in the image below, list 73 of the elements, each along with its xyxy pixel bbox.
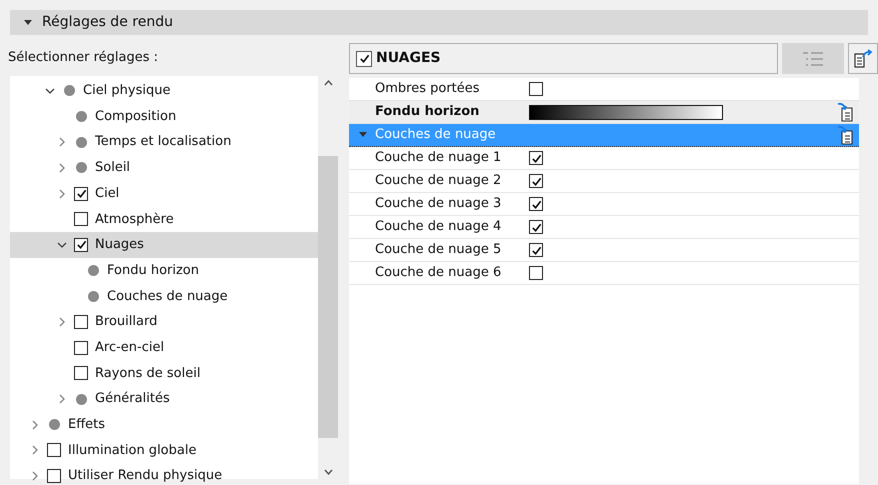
checkmark-icon bbox=[76, 239, 86, 250]
checkbox[interactable] bbox=[74, 186, 88, 201]
checkbox[interactable] bbox=[529, 220, 543, 234]
chevron-right-icon[interactable] bbox=[30, 445, 40, 456]
document-arrow-icon[interactable] bbox=[837, 102, 855, 122]
gradient-bar[interactable] bbox=[529, 104, 723, 120]
property-label: Couche de nuage 6 bbox=[374, 264, 502, 282]
checkmark-icon bbox=[530, 198, 542, 210]
section-header[interactable]: Réglages de rendu bbox=[10, 10, 868, 35]
checkbox[interactable] bbox=[529, 243, 543, 257]
chevron-right-icon[interactable] bbox=[57, 394, 67, 404]
tree-item[interactable]: Arc-en-ciel bbox=[10, 334, 318, 361]
tree-item[interactable]: Rayons de soleil bbox=[10, 360, 318, 386]
checkmark-icon bbox=[530, 176, 542, 186]
chevron-down-icon[interactable] bbox=[45, 86, 55, 96]
tree-item[interactable]: Fondu horizon bbox=[10, 258, 318, 284]
chevron-right-icon[interactable] bbox=[57, 137, 67, 148]
chevron-right-icon[interactable] bbox=[57, 317, 67, 328]
checkbox[interactable] bbox=[74, 212, 88, 226]
checkbox[interactable] bbox=[529, 151, 543, 165]
scrollbar-thumb[interactable] bbox=[318, 156, 338, 438]
property-label: Couche de nuage 5 bbox=[374, 241, 502, 260]
tree-item[interactable]: Effets bbox=[10, 412, 318, 438]
tree-item[interactable]: Illumination globale bbox=[10, 438, 318, 464]
tree-item[interactable]: Généralités bbox=[10, 386, 318, 412]
chevron-right-icon[interactable] bbox=[30, 471, 40, 482]
scroll-up-icon[interactable] bbox=[324, 80, 332, 86]
property-label: Couche de nuage 3 bbox=[374, 195, 502, 214]
panel-title: NUAGES bbox=[376, 49, 441, 68]
property-label: Fondu horizon bbox=[374, 103, 480, 122]
list-icon bbox=[802, 50, 824, 66]
chevron-right-icon[interactable] bbox=[57, 188, 67, 199]
checkbox[interactable] bbox=[356, 50, 372, 66]
checkbox[interactable] bbox=[47, 469, 61, 484]
checkbox[interactable] bbox=[529, 266, 543, 280]
property-label: Couche de nuage 2 bbox=[374, 172, 502, 190]
property-label: Ombres portées bbox=[374, 80, 481, 98]
section-title: Réglages de rendu bbox=[42, 13, 173, 32]
checkbox[interactable] bbox=[529, 82, 543, 96]
tree-item[interactable]: Nuages bbox=[10, 232, 318, 258]
checkbox[interactable] bbox=[47, 443, 61, 458]
tree-item[interactable]: Brouillard bbox=[10, 309, 318, 335]
select-label: Sélectionner réglages : bbox=[8, 49, 158, 68]
tree-item[interactable]: Ciel bbox=[10, 180, 318, 206]
tree-item[interactable]: Temps et localisation bbox=[10, 129, 318, 156]
tree-item[interactable]: Atmosphère bbox=[10, 206, 318, 232]
checkbox[interactable] bbox=[74, 366, 88, 380]
checkbox[interactable] bbox=[529, 174, 543, 188]
checkmark-icon bbox=[530, 152, 542, 164]
tree-item[interactable]: Soleil bbox=[10, 155, 318, 181]
checkbox[interactable] bbox=[74, 238, 88, 252]
export-button[interactable] bbox=[848, 43, 878, 74]
tree-item[interactable]: Composition bbox=[10, 104, 318, 130]
tree-item[interactable]: Ciel physique bbox=[10, 78, 318, 104]
caret-icon bbox=[24, 20, 32, 26]
chevron-right-icon[interactable] bbox=[30, 420, 40, 430]
export-document-icon bbox=[853, 48, 873, 68]
checkbox[interactable] bbox=[74, 340, 88, 355]
checkmark-icon bbox=[76, 188, 86, 200]
property-label: Couche de nuage 4 bbox=[374, 218, 502, 236]
caret-icon bbox=[359, 132, 367, 138]
checkbox[interactable] bbox=[529, 197, 543, 211]
scroll-down-icon[interactable] bbox=[324, 469, 332, 475]
document-arrow-icon[interactable] bbox=[837, 125, 855, 145]
checkbox[interactable] bbox=[74, 315, 88, 330]
chevron-down-icon[interactable] bbox=[57, 240, 67, 250]
tree-item[interactable]: Utiliser Rendu physique bbox=[10, 463, 318, 485]
property-label: Couche de nuage 1 bbox=[374, 149, 502, 168]
checkmark-icon bbox=[358, 53, 370, 64]
chevron-right-icon[interactable] bbox=[57, 162, 67, 173]
checkmark-icon bbox=[530, 244, 542, 256]
tree-item[interactable]: Couches de nuage bbox=[10, 284, 318, 310]
checkmark-icon bbox=[530, 222, 542, 232]
